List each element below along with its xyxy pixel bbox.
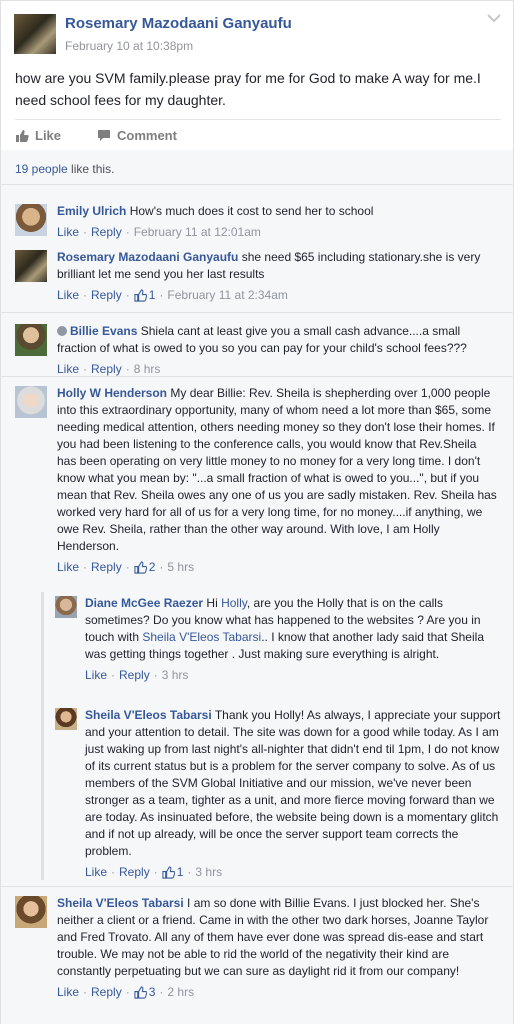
comment-time[interactable]: 3 hrs [162, 667, 189, 684]
thumbs-up-icon [134, 986, 147, 999]
reply-link[interactable]: Reply [91, 287, 122, 304]
thumbs-up-icon [16, 129, 29, 142]
comment-author[interactable]: Sheila V'Eleos Tabarsi [85, 708, 212, 722]
comment-button[interactable]: Comment [97, 128, 177, 143]
avatar[interactable] [15, 324, 47, 356]
comment-meta: Like · Reply · 1 · February 11 at 2:34am [57, 287, 288, 304]
comment-author[interactable]: Billie Evans [70, 324, 137, 338]
avatar[interactable] [15, 204, 47, 236]
divider [1, 886, 514, 887]
avatar[interactable] [55, 708, 77, 730]
post-card: Rosemary Mazodaani Ganyaufu February 10 … [0, 0, 514, 150]
divider [15, 119, 501, 120]
comment-label: Comment [117, 128, 177, 143]
comment-meta: Like · Reply · February 11 at 12:01am [57, 224, 261, 241]
like-link[interactable]: Like [57, 559, 79, 576]
like-link[interactable]: Like [85, 667, 107, 684]
divider [1, 312, 514, 313]
comments-section: 19 people like this. Emily Ulrich How's … [0, 150, 514, 1024]
comment-text: How's much does it cost to send her to s… [129, 204, 374, 218]
comment-time[interactable]: February 11 at 12:01am [134, 224, 261, 241]
like-link[interactable]: Like [57, 287, 79, 304]
reply-link[interactable]: Reply [119, 864, 150, 881]
reaction-number: 2 [148, 560, 156, 574]
avatar[interactable] [55, 596, 77, 618]
post-text: how are you SVM family.please pray for m… [15, 70, 481, 108]
like-link[interactable]: Like [85, 864, 107, 881]
reaction-number: 1 [148, 288, 156, 302]
comment-time[interactable]: 2 hrs [167, 984, 194, 1001]
comment-meta: Like · Reply · 3 hrs [85, 667, 189, 684]
comment-icon [98, 130, 110, 141]
thumbs-up-icon [162, 866, 175, 879]
comment-meta: Like · Reply · 1 · 3 hrs [85, 864, 223, 881]
avatar[interactable] [14, 14, 56, 54]
reply-link[interactable]: Reply [119, 667, 150, 684]
likes-count-link[interactable]: 19 people [15, 162, 68, 176]
chevron-down-icon[interactable] [487, 13, 501, 23]
reaction-count[interactable]: 3 [134, 984, 156, 1001]
reaction-count[interactable]: 1 [162, 864, 184, 881]
verified-icon [57, 326, 67, 336]
text-segment: Hi [206, 596, 222, 610]
comment-time[interactable]: 5 hrs [167, 559, 194, 576]
comment-time[interactable]: February 11 at 2:34am [167, 287, 288, 304]
post-timestamp[interactable]: February 10 at 10:38pm [65, 39, 193, 53]
comment-author[interactable]: Rosemary Mazodaani Ganyaufu [57, 250, 238, 264]
reaction-number: 3 [148, 985, 156, 999]
reaction-count[interactable]: 2 [134, 559, 156, 576]
comment-meta: Like · Reply · 2 · 5 hrs [57, 559, 195, 576]
like-button[interactable]: Like [15, 128, 61, 143]
likes-suffix: like this. [67, 162, 115, 176]
comment-author[interactable]: Sheila V'Eleos Tabarsi [57, 896, 184, 910]
comment-time[interactable]: 3 hrs [195, 864, 222, 881]
reply-link[interactable]: Reply [91, 984, 122, 1001]
reply-thread-line [41, 592, 44, 880]
avatar[interactable] [15, 386, 47, 418]
comment-author[interactable]: Holly W Henderson [57, 386, 167, 400]
reply-link[interactable]: Reply [91, 224, 122, 241]
avatar[interactable] [15, 250, 47, 282]
likes-summary: 19 people like this. [15, 162, 114, 176]
reply-link[interactable]: Reply [91, 559, 122, 576]
thumbs-up-icon [134, 561, 147, 574]
mention-link[interactable]: Holly [221, 596, 247, 610]
comment-meta: Like · Reply · 3 · 2 hrs [57, 984, 195, 1001]
mention-link[interactable]: Sheila V'Eleos Tabarsi [142, 630, 261, 644]
divider [1, 184, 514, 185]
like-link[interactable]: Like [57, 984, 79, 1001]
divider [1, 376, 514, 377]
avatar[interactable] [15, 896, 47, 928]
post-author[interactable]: Rosemary Mazodaani Ganyaufu [65, 15, 292, 32]
comment-author[interactable]: Diane McGee Raezer [85, 596, 203, 610]
comment-author[interactable]: Emily Ulrich [57, 204, 126, 218]
like-link[interactable]: Like [57, 224, 79, 241]
comment-text: My dear Billie: Rev. Sheila is shepherdi… [57, 386, 497, 553]
reaction-count[interactable]: 1 [134, 287, 156, 304]
thumbs-up-icon [134, 289, 147, 302]
like-label: Like [35, 128, 62, 143]
reaction-number: 1 [176, 865, 184, 879]
comment-text: Thank you Holly! As always, I appreciate… [85, 708, 501, 858]
